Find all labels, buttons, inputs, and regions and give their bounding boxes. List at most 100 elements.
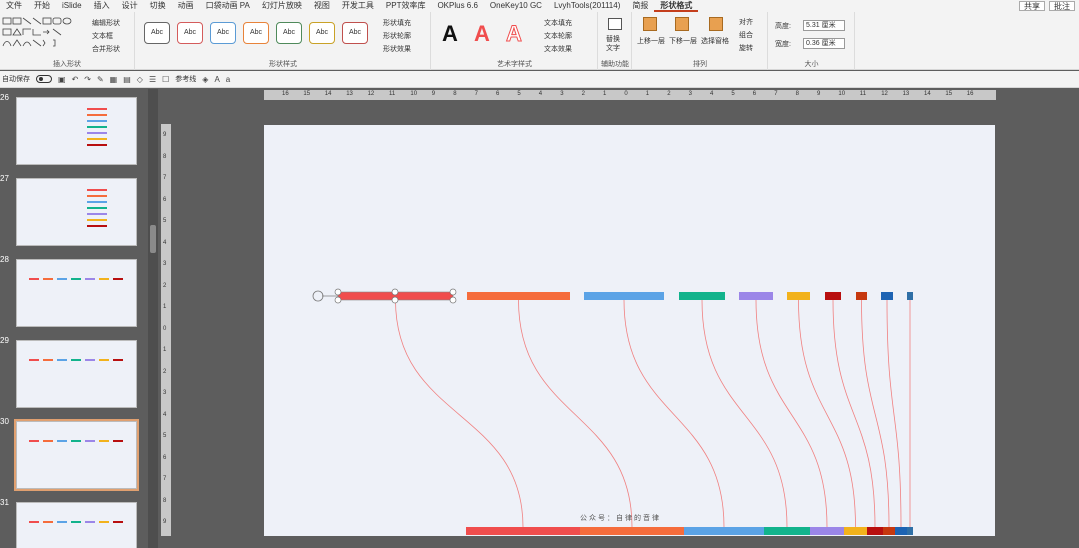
rotate-button[interactable]: 旋转 — [739, 43, 753, 53]
slide-thumbnail[interactable] — [16, 502, 137, 548]
shape-style-preset[interactable]: Abc — [210, 22, 236, 44]
ruler-tick: 10 — [410, 91, 418, 97]
shape-style-preset[interactable]: Abc — [243, 22, 269, 44]
shape-style-preset[interactable]: Abc — [309, 22, 335, 44]
font-grow-icon[interactable]: A — [214, 75, 219, 84]
ruler-tick: 12 — [367, 91, 375, 97]
thumbnail-mini-bar — [71, 359, 81, 361]
textbox-button[interactable]: 文本框 — [92, 31, 113, 41]
thumbnail-mini-bar — [113, 440, 123, 442]
ruler-tick: 11 — [859, 91, 867, 97]
slide-thumbnail[interactable] — [16, 340, 137, 408]
checkbox-icon[interactable]: ☐ — [162, 75, 169, 84]
menu-tab[interactable]: 开发工具 — [336, 0, 380, 12]
comments-button[interactable]: 批注 — [1049, 1, 1075, 11]
width-input[interactable]: 0.36 厘米 — [803, 38, 845, 49]
text-fill-button[interactable]: 文本填充 — [544, 18, 572, 28]
shapes-icon[interactable]: ◇ — [137, 75, 143, 84]
ruler-tick: 10 — [838, 91, 846, 97]
align-icon[interactable]: ☰ — [149, 75, 156, 84]
menu-tab[interactable]: 形状格式 — [654, 0, 699, 12]
table-icon[interactable]: ▦ — [110, 75, 118, 84]
merge-shapes-button[interactable]: 合并形状 — [92, 44, 120, 54]
share-button[interactable]: 共享 — [1019, 1, 1045, 11]
menu-tab[interactable]: iSlide — [56, 0, 88, 12]
thumbnails-scrollbar[interactable] — [148, 89, 158, 548]
menu-tab[interactable]: LvyhTools(201114) — [548, 0, 626, 12]
ruler-tick: 3 — [163, 261, 167, 267]
wordart-red[interactable]: A — [468, 20, 496, 48]
shape-style-preset[interactable]: Abc — [177, 22, 203, 44]
send-backward-button[interactable]: 下移一层 — [669, 36, 697, 46]
ruler-tick: 8 — [163, 497, 167, 504]
thumbnail-mini-bar — [113, 278, 123, 280]
ruler-tick: 2 — [667, 91, 671, 97]
undo-icon[interactable]: ↶ — [72, 75, 79, 84]
autosave-toggle[interactable] — [36, 75, 52, 83]
bring-forward-icon[interactable] — [643, 17, 657, 31]
shape-gallery-icon[interactable] — [2, 16, 80, 52]
slide-thumbnail[interactable] — [16, 259, 137, 327]
thumbnail-number: 28 — [0, 255, 9, 264]
shape-outline-button[interactable]: 形状轮廓 — [383, 31, 411, 41]
menu-tab[interactable]: 视图 — [308, 0, 336, 12]
send-backward-icon[interactable] — [675, 17, 689, 31]
bring-forward-button[interactable]: 上移一层 — [637, 36, 665, 46]
ribbon: 编辑形状 文本框 合并形状 插入形状 Abc Abc Abc Abc Abc Abc Abc… — [0, 12, 1079, 70]
group-button[interactable]: 组合 — [739, 30, 753, 40]
thumbnail-mini-bar — [87, 144, 107, 146]
thumbnail-mini-bar — [71, 521, 81, 523]
group-wordart: A A A 文本填充 文本轮廓 文本效果 艺术字样式 — [432, 12, 598, 70]
slide-canvas[interactable] — [264, 125, 995, 536]
text-outline-button[interactable]: 文本轮廓 — [544, 31, 572, 41]
thumbnail-mini-bar — [87, 201, 107, 203]
save-icon[interactable]: ▣ — [58, 75, 66, 84]
align-button[interactable]: 对齐 — [739, 17, 753, 27]
redo-icon[interactable]: ↷ — [84, 75, 91, 84]
menu-tab[interactable]: 切换 — [144, 0, 172, 12]
selection-pane-button[interactable]: 选择窗格 — [701, 36, 729, 46]
menu-tab[interactable]: 动画 — [172, 0, 200, 12]
menu-tab[interactable]: 开始 — [28, 0, 56, 12]
shape-effects-button[interactable]: 形状效果 — [383, 44, 411, 54]
thumbnail-mini-bar — [43, 359, 53, 361]
format-painter-icon[interactable]: ✎ — [97, 75, 104, 84]
selection-pane-icon[interactable] — [709, 17, 723, 31]
thumbnail-mini-bar — [57, 359, 67, 361]
menu-tab[interactable]: 设计 — [116, 0, 144, 12]
slide-thumbnail[interactable] — [14, 419, 139, 491]
alt-text-icon[interactable] — [608, 18, 622, 30]
wordart-outline[interactable]: A — [500, 20, 528, 48]
slide-thumbnail[interactable] — [16, 97, 137, 165]
alt-text-label-2[interactable]: 文字 — [606, 43, 620, 53]
text-effects-button[interactable]: 文本效果 — [544, 44, 572, 54]
fill-icon[interactable]: ◈ — [202, 75, 208, 84]
shape-style-preset[interactable]: Abc — [144, 22, 170, 44]
image-icon[interactable]: ▤ — [123, 75, 131, 84]
height-input[interactable]: 5.31 厘米 — [803, 20, 845, 31]
menu-tab[interactable]: 简报 — [626, 0, 654, 12]
shape-style-preset[interactable]: Abc — [342, 22, 368, 44]
thumbnail-mini-bar — [87, 114, 107, 116]
menu-tab[interactable]: 插入 — [88, 0, 116, 12]
edit-shape-button[interactable]: 编辑形状 — [92, 18, 120, 28]
slide-thumbnail[interactable] — [16, 178, 137, 246]
menu-tab[interactable]: 幻灯片放映 — [256, 0, 308, 12]
thumbnail-mini-bar — [57, 278, 67, 280]
shape-style-preset[interactable]: Abc — [276, 22, 302, 44]
font-shrink-icon[interactable]: a — [226, 75, 230, 84]
menu-tab[interactable]: PPT效率库 — [380, 0, 432, 12]
wordart-black[interactable]: A — [436, 20, 464, 48]
scrollbar-thumb[interactable] — [150, 225, 156, 253]
ruler-tick: 13 — [346, 91, 353, 97]
shape-fill-button[interactable]: 形状填充 — [383, 18, 411, 28]
ruler-tick: 7 — [163, 476, 167, 482]
menu-tab[interactable]: OneKey10 GC — [484, 0, 548, 12]
thumbnail-mini-bar — [57, 440, 67, 442]
ruler-tick: 4 — [710, 91, 714, 97]
menu-tab[interactable]: OKPlus 6.6 — [431, 0, 483, 12]
reference-line-label[interactable]: 参考线 — [175, 74, 196, 84]
menu-tab[interactable]: 口袋动画 PA — [200, 0, 256, 12]
menu-tab[interactable]: 文件 — [0, 0, 28, 12]
thumbnail-mini-bar — [29, 278, 39, 280]
